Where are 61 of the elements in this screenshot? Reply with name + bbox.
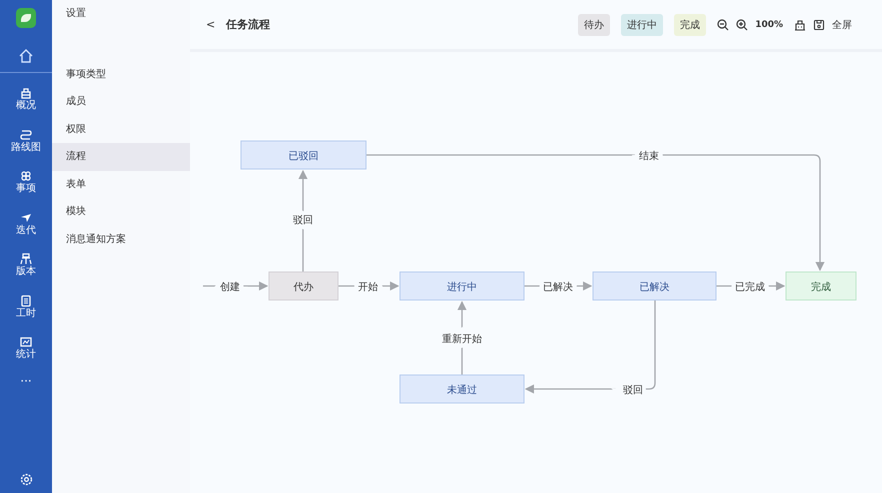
- back-button[interactable]: <: [202, 18, 220, 31]
- status-node[interactable]: 进行中: [400, 272, 524, 300]
- rail-nav-label[interactable]: 路线图: [11, 142, 41, 154]
- page-title: 任务流程: [226, 17, 270, 32]
- rail-nav-label[interactable]: 迭代: [16, 224, 36, 237]
- package-icon: [20, 87, 32, 100]
- settings-icon[interactable]: [20, 473, 32, 486]
- route-icon: [20, 128, 32, 141]
- transition-label: 已完成: [735, 282, 765, 293]
- rail-nav-item[interactable]: 工时: [16, 286, 36, 328]
- rail-nav-label[interactable]: 事项: [16, 183, 36, 196]
- rail-nav-label[interactable]: 概况: [16, 100, 36, 112]
- fullscreen-button[interactable]: 全屏: [832, 18, 852, 32]
- status-legend-tag: 完成: [674, 14, 706, 36]
- status-legend-tag: 进行中: [621, 14, 664, 36]
- transition-label: 已解决: [543, 282, 573, 293]
- transition-label: 结束: [639, 151, 659, 162]
- paper-plane-icon: [20, 212, 32, 224]
- transition-label: 开始: [358, 282, 378, 293]
- settings-nav-item[interactable]: 权限: [52, 116, 190, 143]
- rail-nav-label[interactable]: 版本: [16, 266, 36, 278]
- rail-nav-item[interactable]: 统计: [16, 328, 36, 370]
- rail-nav-item[interactable]: 路线图: [11, 120, 41, 162]
- rail-nav-item[interactable]: 概况: [16, 79, 36, 120]
- status-node[interactable]: 已驳回: [240, 140, 366, 170]
- rail-nav-item[interactable]: 迭代: [16, 204, 36, 245]
- zoom-level: 100%: [755, 20, 783, 30]
- transition-label: 驳回: [293, 215, 313, 226]
- status-node[interactable]: 代办: [268, 272, 338, 300]
- app-logo-icon[interactable]: [16, 8, 36, 28]
- flow-arrow: [716, 281, 786, 291]
- transition-label: 创建: [220, 282, 240, 293]
- transition-label: 重新开始: [442, 334, 482, 345]
- settings-nav-item[interactable]: 成员: [52, 88, 190, 116]
- chart-icon: [20, 336, 32, 348]
- four-circles-icon: [20, 170, 32, 182]
- status-node[interactable]: 已解决: [592, 272, 716, 300]
- status-node[interactable]: 未通过: [400, 374, 524, 404]
- document-icon: [20, 294, 32, 307]
- status-legend-tag: 待办: [578, 14, 610, 36]
- rail-nav-item[interactable]: 版本: [16, 245, 36, 286]
- save-icon[interactable]: [813, 18, 825, 30]
- rail-nav-label[interactable]: 工时: [16, 308, 36, 320]
- settings-nav-item[interactable]: 模块: [52, 198, 190, 226]
- rail-nav-label[interactable]: 统计: [16, 349, 36, 362]
- transition-label: 驳回: [623, 385, 643, 396]
- settings-nav-item[interactable]: 表单: [52, 170, 190, 198]
- settings-heading: 设置: [65, 6, 87, 21]
- settings-nav-item[interactable]: 消息通知方案: [52, 226, 190, 253]
- home-icon[interactable]: [18, 48, 34, 64]
- zoom-in-icon[interactable]: [736, 18, 748, 30]
- flow-arrow: [524, 281, 592, 291]
- flow-arrow: [203, 281, 268, 291]
- status-node[interactable]: 完成: [786, 272, 856, 300]
- settings-nav-item[interactable]: 流程: [52, 143, 190, 170]
- rail-nav-item[interactable]: 事项: [16, 162, 36, 204]
- building-icon[interactable]: [794, 18, 806, 30]
- zoom-out-icon[interactable]: [717, 18, 730, 30]
- settings-nav-item[interactable]: 事项类型: [52, 60, 190, 88]
- flow-arrow: [338, 281, 400, 291]
- more-button[interactable]: ···: [16, 372, 36, 390]
